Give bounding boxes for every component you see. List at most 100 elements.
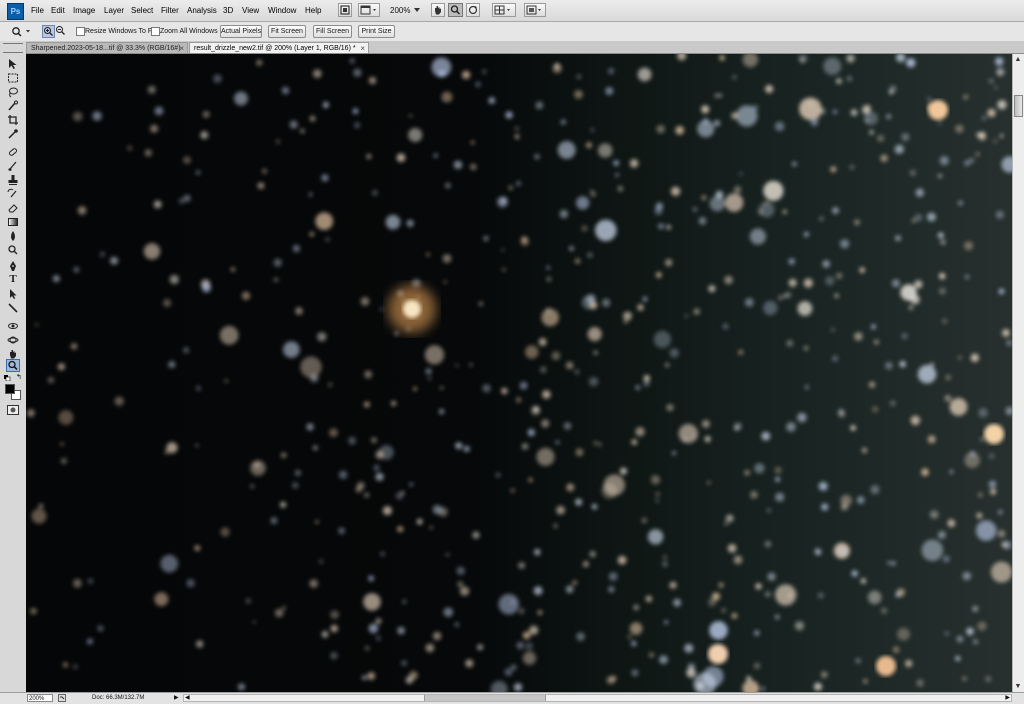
star	[937, 232, 944, 239]
star	[595, 219, 617, 242]
close-icon[interactable]: ×	[179, 43, 184, 53]
star	[631, 669, 639, 677]
zoom-all-windows-checkbox[interactable]	[151, 27, 160, 36]
document-tab-sharpened[interactable]: Sharpened.2023-05-18...tif @ 33.3% (RGB/…	[26, 42, 188, 53]
zoom-in-mode-button[interactable]	[42, 25, 55, 38]
scroll-left-icon[interactable]: ◀	[185, 694, 190, 701]
star	[658, 223, 665, 230]
zoom-percentage-field[interactable]: 200%	[27, 694, 53, 702]
3d-rotate-tool-icon[interactable]	[6, 319, 20, 332]
eraser-tool-icon[interactable]	[6, 201, 20, 214]
star	[872, 406, 879, 413]
screen-mode-button[interactable]	[524, 3, 546, 17]
star	[300, 356, 322, 378]
blur-tool-icon[interactable]	[6, 229, 20, 242]
status-info-icon[interactable]	[58, 694, 66, 702]
arrange-documents-button[interactable]	[358, 3, 380, 17]
zoom-level-display[interactable]: 200%	[390, 6, 410, 15]
star	[589, 550, 596, 558]
launch-bridge-button[interactable]	[338, 3, 352, 17]
eyedropper-tool-icon[interactable]	[6, 127, 20, 140]
star	[321, 630, 329, 638]
zoom-tool-icon[interactable]	[6, 359, 20, 372]
star	[522, 631, 531, 640]
horizontal-scroll-thumb[interactable]	[424, 695, 546, 701]
star	[565, 585, 574, 594]
scroll-right-icon[interactable]: ▶	[1005, 694, 1010, 701]
star	[708, 285, 716, 293]
swap-colors-icon[interactable]: ↰	[16, 374, 24, 381]
3d-orbit-tool-icon[interactable]	[6, 333, 20, 346]
line-tool-icon[interactable]	[6, 301, 20, 314]
star	[77, 206, 87, 215]
gradient-tool-icon[interactable]	[6, 215, 20, 228]
scroll-down-icon[interactable]: ▼	[1013, 683, 1023, 690]
star	[300, 128, 305, 134]
extras-button[interactable]	[492, 3, 516, 17]
vertical-scroll-thumb[interactable]	[1014, 95, 1023, 117]
star	[891, 561, 896, 566]
quick-selection-tool-icon[interactable]	[6, 99, 20, 112]
move-tool-icon[interactable]	[6, 57, 20, 70]
lasso-tool-icon[interactable]	[6, 85, 20, 98]
path-selection-tool-icon[interactable]	[6, 287, 20, 300]
status-menu-arrow-icon[interactable]: ▶	[174, 694, 179, 701]
vertical-scrollbar[interactable]: ▲ ▼	[1012, 54, 1024, 692]
foreground-color-swatch[interactable]	[5, 384, 15, 394]
default-colors-icon[interactable]	[4, 374, 13, 382]
star	[669, 581, 677, 589]
rotate-view-button[interactable]	[466, 3, 480, 17]
menu-filter[interactable]: Filter	[161, 6, 179, 15]
star	[200, 131, 209, 140]
menu-file[interactable]: File	[31, 6, 44, 15]
menu-image[interactable]: Image	[73, 6, 95, 15]
menu-window[interactable]: Window	[268, 6, 296, 15]
menu-help[interactable]: Help	[305, 6, 321, 15]
pen-tool-icon[interactable]	[6, 259, 20, 272]
star	[315, 520, 319, 524]
star	[819, 108, 826, 115]
history-brush-tool-icon[interactable]	[6, 187, 20, 200]
zoom-out-mode-button[interactable]	[55, 25, 68, 38]
menu-3d[interactable]: 3D	[223, 6, 233, 15]
star	[966, 627, 974, 636]
menu-analysis[interactable]: Analysis	[187, 6, 217, 15]
quick-mask-icon[interactable]	[7, 405, 19, 415]
star	[927, 435, 936, 444]
zoom-tool-button[interactable]	[448, 3, 463, 17]
star	[980, 131, 986, 137]
fit-screen-button[interactable]: Fit Screen	[268, 25, 306, 38]
tool-preset-picker[interactable]	[9, 25, 33, 38]
star	[964, 274, 970, 280]
spot-healing-tool-icon[interactable]	[6, 145, 20, 158]
star	[940, 239, 946, 245]
menu-layer[interactable]: Layer	[104, 6, 124, 15]
menu-select[interactable]: Select	[131, 6, 153, 15]
dodge-tool-icon[interactable]	[6, 243, 20, 256]
brush-tool-icon[interactable]	[6, 159, 20, 172]
type-tool-icon[interactable]: T	[6, 273, 20, 286]
hand-tool-button[interactable]	[431, 3, 445, 17]
actual-pixels-button[interactable]: Actual Pixels	[220, 25, 262, 38]
horizontal-scrollbar[interactable]: ◀ ▶	[183, 694, 1012, 702]
close-icon[interactable]: ×	[360, 43, 365, 53]
clone-stamp-tool-icon[interactable]	[6, 173, 20, 186]
document-tab-result-drizzle[interactable]: result_drizzle_new2.tif @ 200% (Layer 1,…	[189, 42, 369, 53]
star	[899, 360, 906, 368]
document-canvas[interactable]	[26, 54, 1012, 692]
menu-view[interactable]: View	[242, 6, 259, 15]
arrange-icon	[360, 5, 376, 15]
star	[521, 443, 529, 450]
panel-grip[interactable]	[3, 43, 23, 53]
scroll-up-icon[interactable]: ▲	[1013, 56, 1023, 63]
star	[880, 154, 888, 162]
star	[990, 488, 997, 495]
marquee-tool-icon[interactable]	[6, 71, 20, 84]
fill-screen-button[interactable]: Fill Screen	[313, 25, 352, 38]
zoom-dropdown-icon[interactable]	[414, 8, 420, 12]
crop-tool-icon[interactable]	[6, 113, 20, 126]
resize-windows-checkbox[interactable]	[76, 27, 85, 36]
menu-edit[interactable]: Edit	[51, 6, 65, 15]
print-size-button[interactable]: Print Size	[358, 25, 395, 38]
star	[619, 467, 628, 475]
